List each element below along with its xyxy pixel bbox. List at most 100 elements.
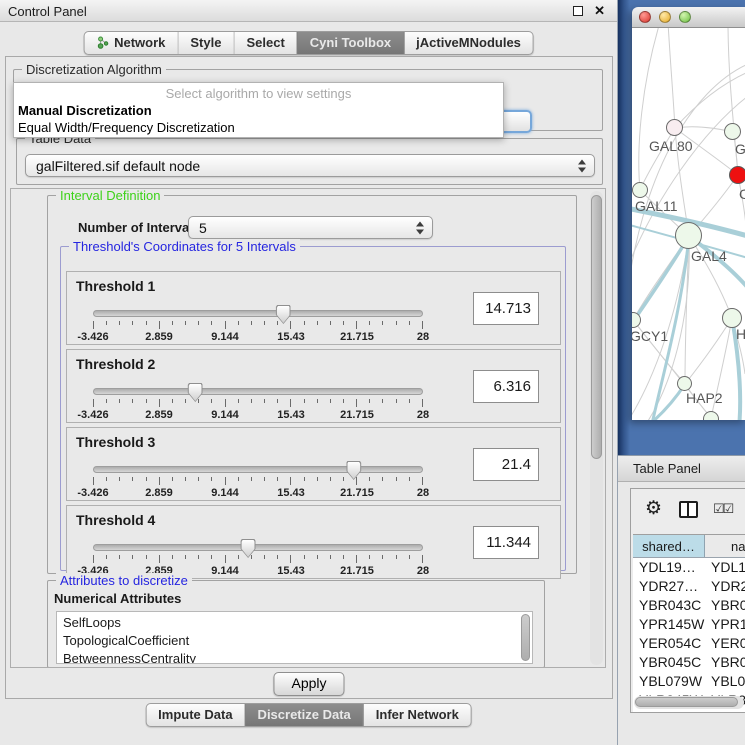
threshold-value-field[interactable]: 11.344 bbox=[473, 526, 539, 559]
node-bottom-partial[interactable] bbox=[703, 411, 719, 420]
threshold-slider[interactable]: -3.426 2.859 9.144 15.43 21.715 28 bbox=[93, 466, 423, 496]
tab-jactivemnodules[interactable]: jActiveMNodules bbox=[403, 32, 533, 54]
cell[interactable]: YDR2 bbox=[705, 577, 745, 596]
cell[interactable]: YBR045C bbox=[633, 653, 705, 672]
node-label: GAL11 bbox=[635, 198, 678, 214]
cell[interactable]: YBR043C bbox=[633, 596, 705, 615]
node-label: GAL4 bbox=[691, 248, 727, 264]
cell[interactable]: YDL1 bbox=[705, 558, 745, 577]
threshold-value-field[interactable]: 6.316 bbox=[473, 370, 539, 403]
attributes-list[interactable]: SelfLoops TopologicalCoefficient Between… bbox=[56, 611, 533, 664]
spinner-value: 5 bbox=[199, 220, 207, 236]
slider-thumb[interactable] bbox=[188, 383, 203, 402]
network-view-window: GAL80 GA C GAL11 GAL4 GCY1 H HAP2 bbox=[632, 7, 745, 420]
tick-label: 28 bbox=[417, 331, 429, 343]
slider-thumb[interactable] bbox=[346, 461, 361, 480]
node-red-selected[interactable] bbox=[729, 166, 745, 184]
tab-style[interactable]: Style bbox=[177, 32, 233, 54]
zoom-traffic-light-icon[interactable] bbox=[679, 11, 691, 23]
node-table[interactable]: shared… na YDL19…YDL1 YDR27…YDR2 YBR043C… bbox=[633, 534, 745, 712]
threshold-label: Threshold 2 bbox=[76, 356, 155, 372]
tab-select[interactable]: Select bbox=[233, 32, 296, 54]
column-header-name[interactable]: na bbox=[705, 535, 745, 557]
gear-icon[interactable]: ⚙ bbox=[645, 497, 662, 520]
column-header-shared-name[interactable]: shared… bbox=[633, 535, 705, 557]
cell[interactable]: YDL19… bbox=[633, 558, 705, 577]
table-row[interactable]: YBL079WYBL0 bbox=[633, 672, 745, 691]
threshold-value-field[interactable]: 14.713 bbox=[473, 292, 539, 325]
tab-cyni-toolbox[interactable]: Cyni Toolbox bbox=[297, 32, 403, 54]
tick-label: -3.426 bbox=[77, 487, 108, 499]
threshold-slider[interactable]: -3.426 2.859 9.144 15.43 21.715 28 bbox=[93, 544, 423, 574]
float-window-icon[interactable] bbox=[573, 6, 583, 16]
cell[interactable]: YBR0 bbox=[705, 653, 745, 672]
cell[interactable]: YPR145W bbox=[633, 615, 705, 634]
slider-thumb[interactable] bbox=[241, 539, 256, 558]
table-row[interactable]: YPR145WYPR1 bbox=[633, 615, 745, 634]
network-canvas[interactable]: GAL80 GA C GAL11 GAL4 GCY1 H HAP2 bbox=[632, 28, 745, 420]
slider-track[interactable] bbox=[93, 388, 423, 395]
node-hap2[interactable] bbox=[677, 376, 692, 391]
cell[interactable]: YPR1 bbox=[705, 615, 745, 634]
tick-label: 21.715 bbox=[340, 409, 374, 421]
cell[interactable]: YER0 bbox=[705, 634, 745, 653]
group-title: Interval Definition bbox=[56, 188, 164, 203]
table-row[interactable]: YIL052CYIL0 bbox=[633, 710, 745, 712]
tab-label: Infer Network bbox=[376, 707, 459, 722]
table-row[interactable]: YBR045CYBR0 bbox=[633, 653, 745, 672]
dropdown-option-manual[interactable]: Manual Discretization bbox=[18, 103, 152, 118]
list-scrollbar[interactable] bbox=[521, 614, 530, 661]
tab-impute-data[interactable]: Impute Data bbox=[146, 704, 244, 726]
threshold-row-4: Threshold 4 -3.426 2.859 9.144 15.43 21.… bbox=[66, 505, 561, 579]
table-data-combo[interactable]: galFiltered.sif default node bbox=[25, 154, 595, 177]
table-row[interactable]: YER054CYER0 bbox=[633, 634, 745, 653]
slider-tick-labels: -3.426 2.859 9.144 15.43 21.715 28 bbox=[93, 487, 423, 499]
node-h[interactable] bbox=[722, 308, 742, 328]
slider-thumb[interactable] bbox=[276, 305, 291, 324]
slider-ticks bbox=[93, 399, 423, 408]
vertical-scrollbar[interactable] bbox=[590, 191, 603, 665]
close-traffic-light-icon[interactable] bbox=[639, 11, 651, 23]
threshold-slider[interactable]: -3.426 2.859 9.144 15.43 21.715 28 bbox=[93, 388, 423, 418]
horizontal-scrollbar[interactable] bbox=[634, 696, 744, 709]
node-gal4[interactable] bbox=[675, 222, 702, 249]
cell[interactable]: YBL079W bbox=[633, 672, 705, 691]
table-row[interactable]: YDL19…YDL1 bbox=[633, 558, 745, 577]
slider-track[interactable] bbox=[93, 310, 423, 317]
node-gal11[interactable] bbox=[632, 182, 648, 198]
close-icon[interactable]: ✕ bbox=[594, 3, 605, 19]
control-panel: Control Panel ✕ Network Style Select Cyn… bbox=[0, 0, 618, 745]
node-ga[interactable] bbox=[724, 123, 741, 140]
dropdown-option-equal-width[interactable]: Equal Width/Frequency Discretization bbox=[18, 120, 235, 135]
cell[interactable]: YBL0 bbox=[705, 672, 745, 691]
scrollbar-thumb[interactable] bbox=[591, 195, 602, 459]
numerical-attributes-label: Numerical Attributes bbox=[54, 591, 181, 606]
threshold-value-field[interactable]: 21.4 bbox=[473, 448, 539, 481]
minimize-traffic-light-icon[interactable] bbox=[659, 11, 671, 23]
table-row[interactable]: YBR043CYBR0 bbox=[633, 596, 745, 615]
list-item[interactable]: SelfLoops bbox=[63, 614, 532, 632]
slider-track[interactable] bbox=[93, 466, 423, 473]
cell[interactable]: YIL052C bbox=[633, 710, 705, 712]
node-gal80[interactable] bbox=[666, 119, 683, 136]
cell[interactable]: YDR27… bbox=[633, 577, 705, 596]
cell[interactable]: YIL0 bbox=[705, 710, 745, 712]
num-intervals-spinner[interactable]: 5 bbox=[188, 216, 433, 239]
scrollbar-thumb[interactable] bbox=[635, 697, 738, 707]
cell[interactable]: YER054C bbox=[633, 634, 705, 653]
select-columns-checkboxes-icon[interactable]: ☑☑ bbox=[713, 501, 732, 517]
apply-button[interactable]: Apply bbox=[273, 672, 344, 696]
combo-value: galFiltered.sif default node bbox=[36, 158, 200, 174]
slider-track[interactable] bbox=[93, 544, 423, 551]
list-item[interactable]: BetweennessCentrality bbox=[63, 650, 532, 664]
threshold-slider[interactable]: -3.426 2.859 9.144 15.43 21.715 28 bbox=[93, 310, 423, 340]
list-item[interactable]: TopologicalCoefficient bbox=[63, 632, 532, 650]
table-row[interactable]: YDR27…YDR2 bbox=[633, 577, 745, 596]
slider-tick-labels: -3.426 2.859 9.144 15.43 21.715 28 bbox=[93, 331, 423, 343]
columns-icon[interactable] bbox=[679, 501, 698, 518]
tab-network[interactable]: Network bbox=[84, 32, 177, 54]
tab-discretize-data[interactable]: Discretize Data bbox=[245, 704, 363, 726]
cell[interactable]: YBR0 bbox=[705, 596, 745, 615]
slider-ticks bbox=[93, 321, 423, 330]
tab-infer-network[interactable]: Infer Network bbox=[363, 704, 471, 726]
